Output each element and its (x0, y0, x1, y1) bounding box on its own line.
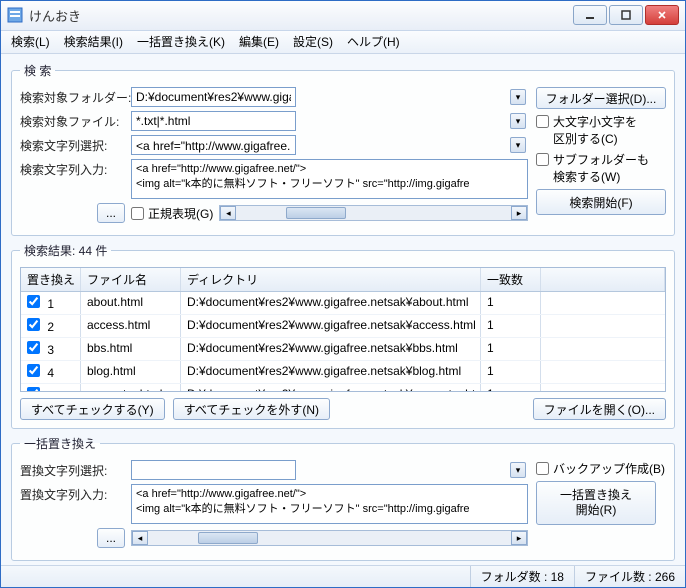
col-matches[interactable]: 一致数 (481, 268, 541, 291)
searchstr-dropdown-icon[interactable]: ▾ (510, 137, 526, 153)
file-dropdown-icon[interactable]: ▾ (510, 113, 526, 129)
replace-legend: 一括置き換え (20, 435, 100, 452)
cell-filename: about.html (81, 292, 181, 314)
cell-filename: computer.html (81, 384, 181, 392)
status-files: ファイル数 : 266 (574, 566, 685, 587)
window-title: けんおき (29, 6, 573, 25)
searchstr-textarea[interactable]: <a href="http://www.gigafree.net/"> <img… (131, 159, 528, 199)
row-checkbox[interactable] (27, 295, 40, 308)
replace-group: 一括置き換え 置換文字列選択: ▾ 置換文字列入力: <a href="http… (11, 435, 675, 561)
replacestr-dropdown-icon[interactable]: ▾ (510, 462, 526, 478)
table-row[interactable]: 3bbs.htmlD:¥document¥res2¥www.gigafree.n… (21, 338, 665, 361)
cell-filename: bbs.html (81, 338, 181, 360)
replacestr-textarea[interactable]: <a href="http://www.gigafree.net/"> <img… (131, 484, 528, 524)
results-legend: 検索結果: 44 件 (20, 242, 111, 259)
menu-edit[interactable]: 編集(E) (239, 33, 279, 50)
cell-dir: D:¥document¥res2¥www.gigafree.netsak¥acc… (181, 315, 481, 337)
search-legend: 検 索 (20, 62, 55, 79)
check-all-button[interactable]: すべてチェックする(Y) (20, 398, 165, 420)
file-label: 検索対象ファイル: (20, 113, 125, 130)
cell-matches: 1 (481, 384, 541, 392)
menu-search[interactable]: 検索(L) (11, 33, 50, 50)
regex-label: 正規表現(G) (148, 205, 213, 222)
searchstr-input-label: 検索文字列入力: (20, 159, 125, 178)
menu-settings[interactable]: 設定(S) (293, 33, 333, 50)
table-row[interactable]: 4blog.htmlD:¥document¥res2¥www.gigafree.… (21, 361, 665, 384)
rhscroll-right-icon[interactable]: ▸ (511, 531, 527, 545)
replacestr-input-label: 置換文字列入力: (20, 484, 125, 503)
hscroll-thumb[interactable] (286, 207, 346, 219)
maximize-button[interactable] (609, 5, 643, 25)
table-row[interactable]: 1 about.htmlD:¥document¥res2¥www.gigafree… (21, 292, 665, 315)
results-grid[interactable]: 置き換え ファイル名 ディレクトリ 一致数 1about.htmlD:¥docu… (20, 267, 666, 392)
replace-start-button[interactable]: 一括置き換え 開始(R) (536, 481, 656, 525)
searchstr-more-button[interactable]: ... (97, 203, 125, 223)
menubar: 検索(L) 検索結果(I) 一括置き換え(K) 編集(E) 設定(S) ヘルプ(… (1, 31, 685, 55)
subfolder-checkbox[interactable] (536, 153, 549, 166)
grid-body[interactable]: 1about.htmlD:¥document¥res2¥www.gigafree… (21, 292, 665, 392)
replacestr-hscroll[interactable]: ◂ ▸ (131, 530, 528, 546)
search-group: 検 索 検索対象フォルダー: ▾ 検索対象ファイル: ▾ (11, 62, 675, 236)
cell-dir: D:¥document¥res2¥www.gigafree.netsak¥abo… (181, 292, 481, 314)
searchstr-hscroll[interactable]: ◂ ▸ (219, 205, 528, 221)
row-checkbox[interactable] (27, 318, 40, 331)
backup-checkbox[interactable] (536, 462, 549, 475)
replacestr-select-label: 置換文字列選択: (20, 462, 125, 479)
cell-matches: 1 (481, 292, 541, 314)
searchstr-select[interactable] (131, 135, 296, 155)
grid-header: 置き換え ファイル名 ディレクトリ 一致数 (21, 268, 665, 292)
file-pattern-input[interactable] (131, 111, 296, 131)
cell-filename: blog.html (81, 361, 181, 383)
menu-help[interactable]: ヘルプ(H) (347, 33, 400, 50)
cell-dir: D:¥document¥res2¥www.gigafree.netsak¥blo… (181, 361, 481, 383)
row-checkbox[interactable] (27, 364, 40, 377)
regex-checkbox[interactable] (131, 207, 144, 220)
folder-input[interactable] (131, 87, 296, 107)
row-checkbox[interactable] (27, 387, 40, 392)
cell-filename: access.html (81, 315, 181, 337)
col-filename[interactable]: ファイル名 (81, 268, 181, 291)
table-row[interactable]: 5computer.htmlD:¥document¥res2¥www.gigaf… (21, 384, 665, 392)
statusbar: フォルダ数 : 18 ファイル数 : 266 (1, 565, 685, 587)
menu-results[interactable]: 検索結果(I) (64, 33, 123, 50)
hscroll-left-icon[interactable]: ◂ (220, 206, 236, 220)
open-file-button[interactable]: ファイルを開く(O)... (533, 398, 666, 420)
table-row[interactable]: 2access.htmlD:¥document¥res2¥www.gigafre… (21, 315, 665, 338)
subfolder-label: サブフォルダーも 検索する(W) (553, 151, 649, 185)
hscroll-right-icon[interactable]: ▸ (511, 206, 527, 220)
search-start-button[interactable]: 検索開始(F) (536, 189, 666, 215)
cell-matches: 1 (481, 315, 541, 337)
cell-matches: 1 (481, 338, 541, 360)
col-dir[interactable]: ディレクトリ (181, 268, 481, 291)
folder-select-button[interactable]: フォルダー選択(D)... (536, 87, 666, 109)
minimize-button[interactable] (573, 5, 607, 25)
rhscroll-thumb[interactable] (198, 532, 258, 544)
replacestr-more-button[interactable]: ... (97, 528, 125, 548)
cell-dir: D:¥document¥res2¥www.gigafree.netsak¥com… (181, 384, 481, 392)
client-area: 検 索 検索対象フォルダー: ▾ 検索対象ファイル: ▾ (1, 54, 685, 565)
close-button[interactable] (645, 5, 679, 25)
case-checkbox[interactable] (536, 115, 549, 128)
results-group: 検索結果: 44 件 置き換え ファイル名 ディレクトリ 一致数 1 about.… (11, 242, 675, 429)
app-window: けんおき 検索(L) 検索結果(I) 一括置き換え(K) 編集(E) 設定(S)… (0, 0, 686, 588)
rhscroll-left-icon[interactable]: ◂ (132, 531, 148, 545)
menu-replace[interactable]: 一括置き換え(K) (137, 33, 225, 50)
folder-label: 検索対象フォルダー: (20, 89, 125, 106)
uncheck-all-button[interactable]: すべてチェックを外す(N) (173, 398, 330, 420)
case-label: 大文字小文字を 区別する(C) (553, 113, 637, 147)
titlebar[interactable]: けんおき (1, 1, 685, 31)
row-checkbox[interactable] (27, 341, 40, 354)
cell-matches: 1 (481, 361, 541, 383)
app-icon (7, 7, 23, 23)
col-replace[interactable]: 置き換え (21, 268, 81, 291)
cell-dir: D:¥document¥res2¥www.gigafree.netsak¥bbs… (181, 338, 481, 360)
replacestr-select[interactable] (131, 460, 296, 480)
searchstr-select-label: 検索文字列選択: (20, 137, 125, 154)
folder-dropdown-icon[interactable]: ▾ (510, 89, 526, 105)
backup-label: バックアップ作成(B) (553, 460, 665, 477)
status-folders: フォルダ数 : 18 (470, 566, 574, 587)
